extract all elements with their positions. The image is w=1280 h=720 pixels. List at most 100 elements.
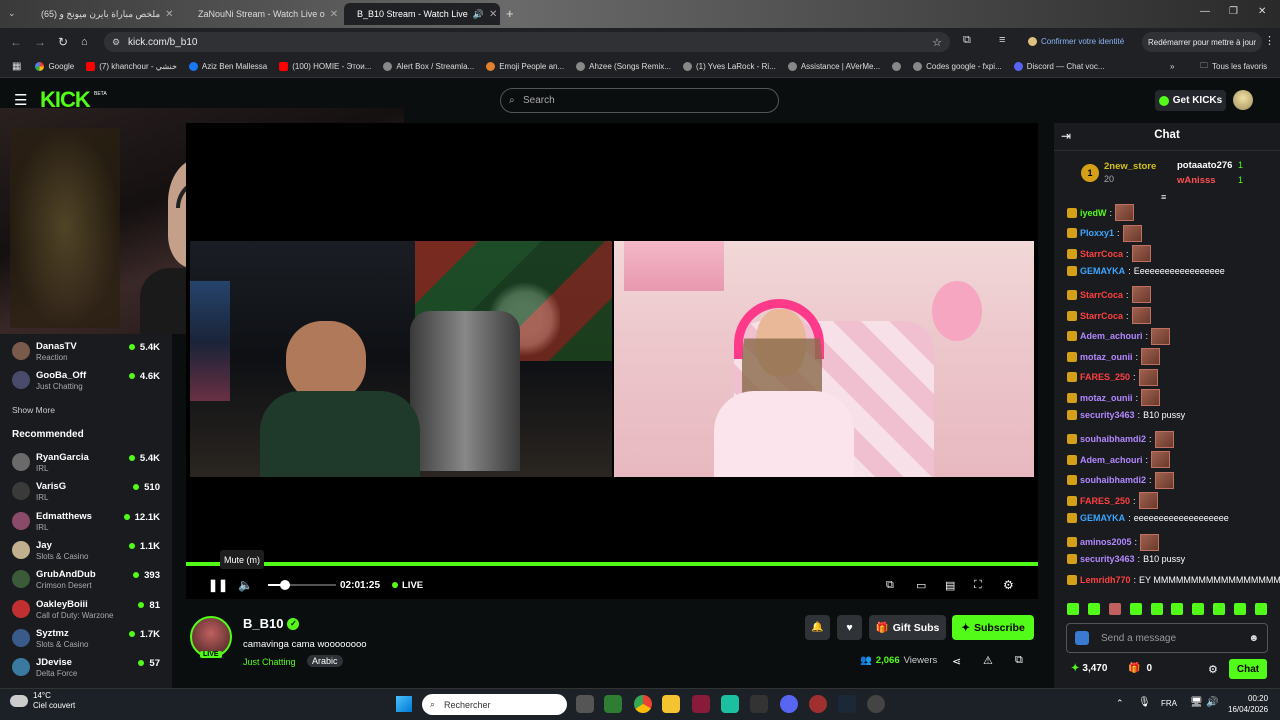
app-icon-4[interactable] xyxy=(750,695,768,713)
start-button[interactable] xyxy=(396,696,412,712)
leader-2-name[interactable]: potaaato276 xyxy=(1177,160,1232,171)
gift-subs-button[interactable]: 🎁 Gift Subs xyxy=(869,615,946,640)
fullscreen-icon[interactable]: ⛶ xyxy=(974,579,982,592)
more-options-icon[interactable]: ⧉ xyxy=(1015,654,1023,667)
sidebar-channel-syztmz[interactable]: Syztmz Slots & Casino 1.7K xyxy=(0,625,172,653)
chat-username[interactable]: Ploxxy1 xyxy=(1080,228,1114,238)
identity-prompt[interactable]: Confirmer votre identité xyxy=(1028,37,1124,46)
weather-widget[interactable]: 14°C Ciel couvert xyxy=(10,691,75,711)
microphone-icon[interactable]: 🎙 xyxy=(1138,697,1151,708)
chat-username[interactable]: motaz_ounii xyxy=(1080,393,1133,403)
back-icon[interactable]: ← xyxy=(10,35,22,49)
browser-tab-3[interactable]: B_B10 Stream - Watch Live 🔊 ✕ xyxy=(344,3,500,25)
kicks-points[interactable]: ✦ 3,470 xyxy=(1071,663,1107,674)
report-icon[interactable]: ⚠ xyxy=(983,654,993,667)
chat-username[interactable]: Adem_achouri xyxy=(1080,331,1143,341)
network-icon[interactable]: 🖥 xyxy=(1190,697,1203,708)
search-input[interactable]: ⌕ Search xyxy=(500,88,779,113)
sidebar-channel-ryangarcia[interactable]: RyanGarcia IRL 5.4K xyxy=(0,449,172,477)
bookmark-aziz[interactable]: Aziz Ben Mallessa xyxy=(188,62,267,71)
emote-quick-6[interactable] xyxy=(1171,603,1184,615)
extensions-icon[interactable]: ⧉ xyxy=(963,34,971,47)
tray-overflow-icon[interactable]: ⌃ xyxy=(1116,698,1124,709)
reading-list-icon[interactable]: ≡ xyxy=(999,34,1005,46)
volume-icon[interactable]: 🔈 xyxy=(238,578,253,592)
bookmark-codes[interactable]: Codes google - fxpi... xyxy=(913,62,1002,71)
app-icon-3[interactable] xyxy=(721,695,739,713)
settings-gear-icon[interactable]: ⚙ xyxy=(1003,578,1014,592)
close-tab-icon[interactable]: ✕ xyxy=(330,9,338,20)
chat-username[interactable]: FARES_250 xyxy=(1080,496,1130,506)
file-explorer-icon[interactable] xyxy=(662,695,680,713)
site-info-icon[interactable]: ⚙ xyxy=(112,37,120,48)
pause-icon[interactable]: ❚❚ xyxy=(208,578,228,592)
chat-username[interactable]: souhaibhamdi2 xyxy=(1080,434,1146,444)
bookmark-avermedia[interactable]: Assistance | AVerMe... xyxy=(787,62,880,71)
bookmark-ahzee[interactable]: Ahzee (Songs Remix... xyxy=(576,62,671,71)
task-view-icon[interactable] xyxy=(576,695,594,713)
sidebar-channel-grubanddub[interactable]: GrubAndDub Crimson Desert 393 xyxy=(0,566,172,594)
sidebar-channel-varisg[interactable]: VarisG IRL 510 xyxy=(0,478,172,506)
taskbar-search[interactable]: ⌕ Rechercher xyxy=(422,694,567,715)
chat-username[interactable]: security3463 xyxy=(1080,410,1135,420)
speaker-icon[interactable]: 🔊 xyxy=(1206,697,1218,708)
progress-bar[interactable] xyxy=(186,562,1038,566)
app-icon-5[interactable] xyxy=(809,695,827,713)
chat-username[interactable]: souhaibhamdi2 xyxy=(1080,475,1146,485)
clip-icon[interactable]: ▤ xyxy=(945,579,955,592)
user-avatar[interactable] xyxy=(1233,90,1253,110)
forward-icon[interactable]: → xyxy=(34,35,46,49)
emote-quick-10[interactable] xyxy=(1254,603,1267,615)
bookmark-google[interactable]: Google xyxy=(35,62,74,71)
tab-list-chevron-icon[interactable]: ⌄ xyxy=(8,8,16,19)
sidebar-channel-danastv[interactable]: DanasTV Reaction 5.4K xyxy=(0,338,172,366)
chrome-menu-icon[interactable]: ⋮ xyxy=(1264,34,1275,47)
sidebar-channel-gooba[interactable]: GooBa_Off Just Chatting 4.6K xyxy=(0,367,172,395)
send-chat-button[interactable]: Chat xyxy=(1229,659,1267,679)
emote-quick-8[interactable] xyxy=(1213,603,1226,615)
close-tab-icon[interactable]: ✕ xyxy=(165,9,173,20)
category-link[interactable]: Just Chatting xyxy=(243,657,296,667)
volume-slider[interactable] xyxy=(268,580,336,590)
chat-username[interactable]: FARES_250 xyxy=(1080,372,1130,382)
app-icon-1[interactable] xyxy=(604,695,622,713)
language-indicator[interactable]: FRA xyxy=(1161,699,1177,708)
new-tab-button[interactable]: + xyxy=(506,6,514,21)
chat-username[interactable]: StarrCoca xyxy=(1080,290,1123,300)
reload-icon[interactable]: ↻ xyxy=(58,35,68,49)
all-bookmarks[interactable]: 🗀 Tous les favoris xyxy=(1200,60,1267,74)
chrome-icon[interactable] xyxy=(634,695,652,713)
sidebar-channel-oakleyboiii[interactable]: OakleyBoiii Call of Duty: Warzone 81 xyxy=(0,596,172,624)
leader-3-name[interactable]: wAnisss xyxy=(1177,175,1216,186)
close-window-button[interactable]: ✕ xyxy=(1258,6,1266,17)
emote-quick-3[interactable] xyxy=(1108,603,1121,615)
hamburger-menu-icon[interactable]: ☰ xyxy=(14,91,27,109)
maximize-button[interactable]: ❐ xyxy=(1229,6,1238,17)
audio-playing-icon[interactable]: 🔊 xyxy=(473,9,484,20)
sidebar-channel-jdevise[interactable]: JDevise Delta Force 57 xyxy=(0,654,172,682)
browser-tab-1[interactable]: ملخص مباراة بايرن ميونخ و (65) ✕ xyxy=(28,3,180,25)
address-bar[interactable]: ⚙ kick.com/b_b10 ☆ xyxy=(104,32,950,52)
bookmark-emoji[interactable]: Emoji People an... xyxy=(486,62,564,71)
restart-update-button[interactable]: Redémarrer pour mettre à jour xyxy=(1142,32,1263,52)
bookmark-yves[interactable]: (1) Yves LaRock - Ri... xyxy=(682,62,776,71)
clock[interactable]: 00:20 16/04/2026 xyxy=(1228,693,1268,715)
app-icon-2[interactable] xyxy=(692,695,710,713)
video-player[interactable]: Mute (m) ❚❚ 🔈 02:01:25 LIVE ⧉ ▭ ▤ ⛶ ⚙ xyxy=(186,123,1038,599)
chat-username[interactable]: StarrCoca xyxy=(1080,249,1123,259)
show-more-link[interactable]: Show More xyxy=(12,405,55,415)
leaderboard-expand-icon[interactable]: ≡ xyxy=(1161,192,1166,202)
chat-username[interactable]: Lemridh770 xyxy=(1080,575,1131,585)
sidebar-channel-edmatthews[interactable]: Edmatthews IRL 12.1K xyxy=(0,508,172,536)
chat-input[interactable]: Send a message ☻ xyxy=(1066,623,1268,653)
bookmark-extra[interactable] xyxy=(892,62,902,71)
chat-username[interactable]: GEMAYKA xyxy=(1080,513,1125,523)
share-icon[interactable]: ⋖ xyxy=(952,655,961,668)
chat-username[interactable]: GEMAYKA xyxy=(1080,266,1125,276)
bookmark-star-icon[interactable]: ☆ xyxy=(932,36,942,49)
chat-username[interactable]: Adem_achouri xyxy=(1080,455,1143,465)
home-icon[interactable]: ⌂ xyxy=(81,36,88,48)
discord-icon[interactable] xyxy=(780,695,798,713)
chat-settings-icon[interactable]: ⚙ xyxy=(1208,663,1218,676)
bookmark-discord[interactable]: Discord — Chat voc... xyxy=(1013,62,1105,71)
